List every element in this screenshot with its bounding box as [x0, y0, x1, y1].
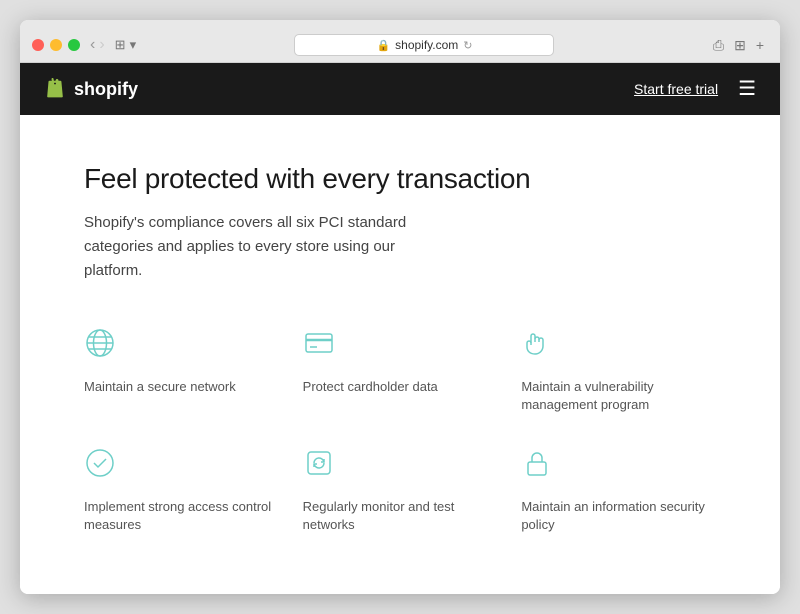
lock-icon: 🔒 — [376, 39, 390, 52]
shopify-bag-icon — [44, 78, 66, 100]
shopify-logo: shopify — [44, 78, 138, 100]
reload-icon[interactable]: ↻ — [463, 39, 472, 52]
feature-access-control: Implement strong access control measures — [84, 447, 279, 534]
checkmark-icon — [84, 447, 279, 484]
back-button[interactable]: ‹ — [90, 36, 95, 54]
feature-monitor-test-label: Regularly monitor and test networks — [303, 498, 498, 534]
feature-vulnerability: Maintain a vulnerability management prog… — [521, 327, 716, 414]
feature-cardholder-data: Protect cardholder data — [303, 327, 498, 414]
traffic-lights — [32, 39, 80, 51]
feature-cardholder-label: Protect cardholder data — [303, 378, 498, 396]
feature-secure-network-label: Maintain a secure network — [84, 378, 279, 396]
feature-secure-network: Maintain a secure network — [84, 327, 279, 414]
card-icon — [303, 327, 498, 364]
lock-icon — [521, 447, 716, 484]
share-icon[interactable]: ⎙ — [713, 37, 724, 54]
hand-icon — [521, 327, 716, 364]
forward-button[interactable]: › — [99, 36, 104, 54]
feature-security-policy: Maintain an information security policy — [521, 447, 716, 534]
page-content: Feel protected with every transaction Sh… — [20, 115, 780, 594]
hero-description: Shopify's compliance covers all six PCI … — [84, 211, 444, 283]
page-title: Feel protected with every transaction — [84, 163, 716, 195]
feature-security-policy-label: Maintain an information security policy — [521, 498, 716, 534]
features-grid: Maintain a secure network Protect cardho… — [84, 327, 716, 534]
minimize-button[interactable] — [50, 39, 62, 51]
feature-monitor-test: Regularly monitor and test networks — [303, 447, 498, 534]
hamburger-menu-button[interactable]: ☰ — [738, 79, 756, 99]
nav-right-area: Start free trial ☰ — [634, 79, 756, 99]
maximize-button[interactable] — [68, 39, 80, 51]
feature-access-control-label: Implement strong access control measures — [84, 498, 279, 534]
url-display: shopify.com — [395, 38, 458, 52]
shopify-wordmark: shopify — [74, 79, 138, 100]
feature-vulnerability-label: Maintain a vulnerability management prog… — [521, 378, 716, 414]
tab-expand-icon[interactable]: ▾ — [130, 37, 137, 53]
browser-chrome: ‹ › ⊞ ▾ 🔒 shopify.com ↻ ⎙ ⊞ + — [20, 20, 780, 63]
add-tab-icon[interactable]: + — [756, 37, 764, 54]
globe-icon — [84, 327, 279, 364]
grid-icon[interactable]: ⊞ — [734, 37, 746, 54]
tab-grid-icon[interactable]: ⊞ — [115, 37, 126, 53]
shopify-navbar: shopify Start free trial ☰ — [20, 63, 780, 115]
browser-window: ‹ › ⊞ ▾ 🔒 shopify.com ↻ ⎙ ⊞ + — [20, 20, 780, 594]
start-trial-button[interactable]: Start free trial — [634, 81, 718, 97]
close-button[interactable] — [32, 39, 44, 51]
refresh-shield-icon — [303, 447, 498, 484]
